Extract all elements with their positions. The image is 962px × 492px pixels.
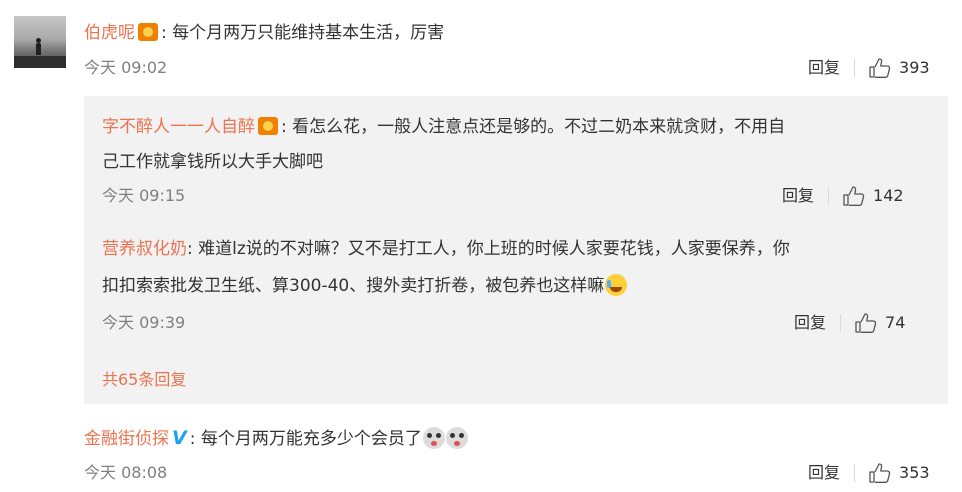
reply-text-line2: 扣扣索索批发卫生纸、算300-40、搜外卖打折卷，被包养也这样嘛 [102, 274, 628, 297]
shocked-face-icon [445, 427, 468, 449]
like-count: 142 [873, 186, 904, 205]
comment-text: 每个月两万能充多少个会员了 [200, 429, 422, 449]
comment-username[interactable]: 伯虎呢 [84, 23, 135, 43]
reply-username[interactable]: 营养叔化奶 [102, 239, 187, 259]
reply-text: 难道lz说的不对嘛？又不是打工人，你上班的时候人家要花钱，人家要保养，你 [198, 239, 790, 259]
like-button[interactable]: 142 [843, 186, 904, 206]
crown-vip-icon [258, 117, 278, 135]
verified-v-icon: V [172, 427, 187, 449]
like-count: 353 [899, 463, 930, 482]
comment-time: 今天 08:08 [84, 463, 168, 482]
reply-button[interactable]: 回复 [808, 463, 840, 483]
laugh-cry-icon [605, 274, 628, 296]
reply-button[interactable]: 回复 [794, 313, 826, 333]
reply-1: 字不醉人一一人自醉: 看怎么花，一般人注意点还是够的。不过二奶本来就贪财，不用自 [102, 117, 786, 137]
user-avatar[interactable] [14, 16, 66, 68]
comment-time: 今天 09:02 [84, 58, 168, 77]
reply-button[interactable]: 回复 [782, 186, 814, 206]
reply-time: 今天 09:15 [102, 186, 186, 205]
reply-button[interactable]: 回复 [808, 58, 840, 78]
comment-actions: 回复 393 [808, 58, 930, 78]
like-button[interactable]: 353 [869, 463, 930, 483]
comment-2: 金融街侦探 V: 每个月两万能充多少个会员了 [84, 427, 468, 450]
reply-time: 今天 09:39 [102, 313, 186, 332]
thumbs-up-icon [843, 186, 865, 206]
thumbs-up-icon [855, 313, 877, 333]
reply-username[interactable]: 字不醉人一一人自醉 [102, 117, 255, 137]
comment-1: 伯虎呢: 每个月两万只能维持基本生活，厉害 [84, 23, 445, 43]
reply-actions: 回复 142 [782, 186, 904, 206]
reply-actions: 回复 74 [794, 313, 905, 333]
reply-text: 看怎么花，一般人注意点还是够的。不过二奶本来就贪财，不用自 [292, 117, 786, 137]
like-button[interactable]: 74 [855, 313, 905, 333]
like-count: 74 [885, 313, 906, 332]
comment-text: 每个月两万只能维持基本生活，厉害 [172, 23, 445, 43]
shocked-face-icon [422, 427, 445, 449]
more-replies-link[interactable]: 共65条回复 [102, 366, 186, 390]
reply-text-line2: 己工作就拿钱所以大手大脚吧 [102, 152, 323, 172]
crown-vip-icon [138, 23, 158, 41]
thumbs-up-icon [869, 463, 891, 483]
reply-2: 营养叔化奶: 难道lz说的不对嘛？又不是打工人，你上班的时候人家要花钱，人家要保… [102, 239, 790, 259]
comment-actions: 回复 353 [808, 463, 930, 483]
comment-username[interactable]: 金融街侦探 [84, 429, 169, 449]
like-button[interactable]: 393 [869, 58, 930, 78]
thumbs-up-icon [869, 58, 891, 78]
like-count: 393 [899, 58, 930, 77]
